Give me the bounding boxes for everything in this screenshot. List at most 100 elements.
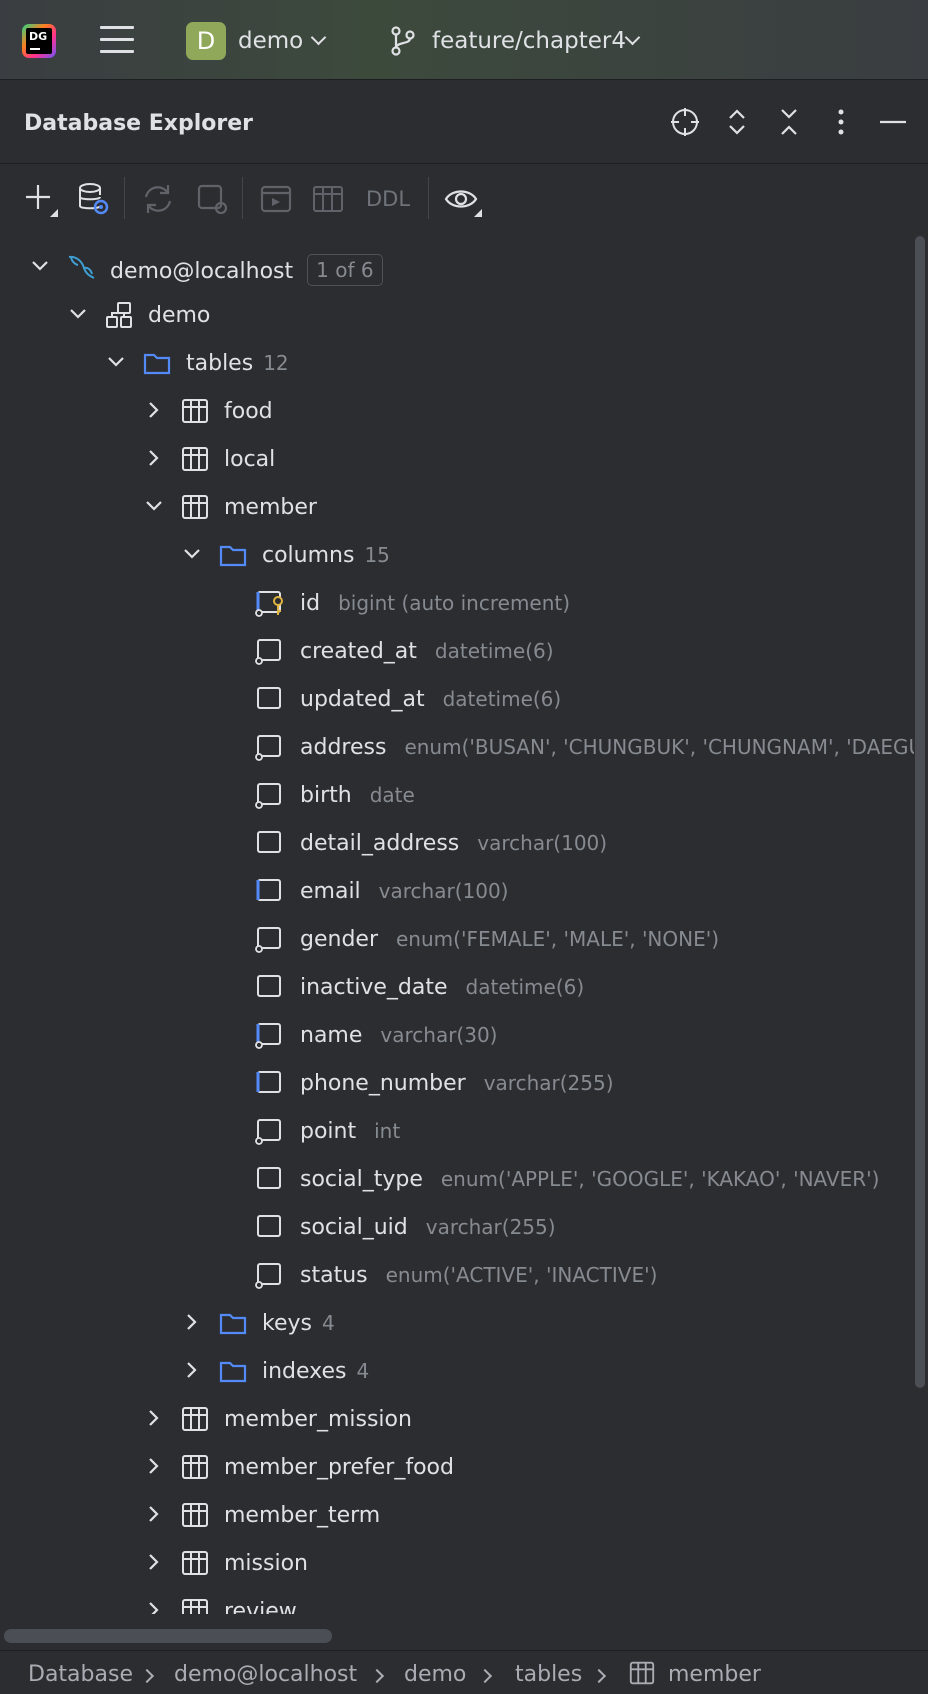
tree-node-column[interactable]: phone_number varchar(255) [0, 1060, 914, 1108]
breadcrumb-item-database[interactable]: Database [28, 1662, 133, 1687]
tree-node-schema[interactable]: demo [0, 292, 914, 340]
tree-node-column[interactable]: updated_at datetime(6) [0, 676, 914, 724]
tree-node-indexes-folder[interactable]: indexes 4 [0, 1348, 914, 1396]
column-type: varchar(100) [477, 831, 608, 855]
breadcrumb-chevron-icon [477, 1668, 493, 1684]
tables-count: 12 [263, 351, 289, 375]
collapsed-chevron-icon[interactable] [144, 1552, 164, 1572]
datasource-count-badge[interactable]: 1 of 6 [307, 254, 383, 286]
expanded-chevron-icon[interactable] [106, 352, 126, 372]
collapsed-chevron-icon[interactable] [144, 1408, 164, 1428]
more-options-icon[interactable] [825, 106, 857, 138]
breadcrumb-item-schema[interactable]: demo [404, 1662, 466, 1687]
refresh-icon[interactable] [140, 181, 176, 217]
project-avatar[interactable]: D [186, 22, 226, 60]
tree-node-columns-folder[interactable]: columns 15 [0, 532, 914, 580]
breadcrumb-item-datasource[interactable]: demo@localhost [174, 1662, 357, 1687]
column-name: name [300, 1023, 363, 1048]
folder-icon [218, 1308, 248, 1338]
tree-node-column[interactable]: id bigint (auto increment) [0, 580, 914, 628]
collapsed-chevron-icon[interactable] [144, 400, 164, 420]
column-icon [254, 828, 284, 858]
branch-selector[interactable]: feature/chapter4 [432, 28, 626, 54]
column-icon [254, 1020, 284, 1050]
table-view-icon[interactable] [310, 181, 346, 217]
tree-node-column[interactable]: name varchar(30) [0, 1012, 914, 1060]
vertical-scrollbar[interactable] [915, 236, 925, 1388]
collapsed-chevron-icon[interactable] [182, 1312, 202, 1332]
database-tree[interactable]: demo@localhost 1 of 6 demo tables 12 foo… [0, 244, 914, 1614]
tree-node-column[interactable]: status enum('ACTIVE', 'INACTIVE') [0, 1252, 914, 1300]
datasource-properties-icon[interactable] [76, 181, 112, 217]
app-logo-icon[interactable]: DG [22, 24, 56, 58]
hide-panel-icon[interactable] [877, 106, 909, 138]
column-type: date [369, 783, 415, 807]
add-icon[interactable] [22, 181, 58, 217]
tree-node-tables-folder[interactable]: tables 12 [0, 340, 914, 388]
mysql-dolphin-icon [66, 252, 96, 282]
app-logo-text: DG [29, 30, 48, 43]
tree-node-column[interactable]: social_uid varchar(255) [0, 1204, 914, 1252]
tree-node-table[interactable]: member_term [0, 1492, 914, 1540]
horizontal-scrollbar[interactable] [4, 1629, 332, 1643]
column-icon [254, 684, 284, 714]
tree-node-column[interactable]: birth date [0, 772, 914, 820]
table-label: member [224, 495, 317, 520]
column-type: varchar(100) [378, 879, 509, 903]
expanded-chevron-icon[interactable] [144, 496, 164, 516]
locate-icon[interactable] [669, 106, 701, 138]
collapsed-chevron-icon[interactable] [144, 448, 164, 468]
table-label: mission [224, 1551, 308, 1576]
folder-icon [142, 348, 172, 378]
collapsed-chevron-icon[interactable] [182, 1360, 202, 1380]
expanded-chevron-icon[interactable] [68, 304, 88, 324]
tree-node-column[interactable]: social_type enum('APPLE', 'GOOGLE', 'KAKA… [0, 1156, 914, 1204]
tree-node-table[interactable]: local [0, 436, 914, 484]
tree-node-column[interactable]: gender enum('FEMALE', 'MALE', 'NONE') [0, 916, 914, 964]
tree-node-table[interactable]: food [0, 388, 914, 436]
expand-all-icon[interactable] [721, 106, 753, 138]
tree-node-column[interactable]: address enum('BUSAN', 'CHUNGBUK', 'CHUNGN… [0, 724, 914, 772]
view-options-eye-icon[interactable] [444, 181, 482, 217]
tree-node-table[interactable]: member_prefer_food [0, 1444, 914, 1492]
tree-node-column[interactable]: email varchar(100) [0, 868, 914, 916]
explorer-toolbar: DDL [0, 165, 928, 233]
tree-node-column[interactable]: inactive_date datetime(6) [0, 964, 914, 1012]
tree-node-column[interactable]: point int [0, 1108, 914, 1156]
indexes-folder-label: indexes [262, 1359, 347, 1384]
tree-node-table-member[interactable]: member [0, 484, 914, 532]
tree-node-column[interactable]: created_at datetime(6) [0, 628, 914, 676]
tree-node-keys-folder[interactable]: keys 4 [0, 1300, 914, 1348]
table-label: member_mission [224, 1407, 412, 1432]
tree-node-column[interactable]: detail_address varchar(100) [0, 820, 914, 868]
tree-node-datasource[interactable]: demo@localhost 1 of 6 [0, 244, 914, 292]
table-icon [180, 1452, 210, 1482]
breadcrumb-item-table[interactable]: member [668, 1662, 761, 1687]
expanded-chevron-icon[interactable] [182, 544, 202, 564]
collapsed-chevron-icon[interactable] [144, 1504, 164, 1524]
table-label: member_prefer_food [224, 1455, 454, 1480]
stop-icon[interactable] [194, 181, 230, 217]
tree-node-table[interactable]: mission [0, 1540, 914, 1588]
ddl-button[interactable]: DDL [366, 187, 410, 211]
project-chevron-down-icon[interactable] [310, 29, 327, 46]
main-menu-icon[interactable] [100, 26, 136, 56]
git-branch-icon[interactable] [390, 26, 416, 56]
table-label: food [224, 399, 273, 424]
tree-node-table[interactable]: member_mission [0, 1396, 914, 1444]
table-icon [180, 1596, 210, 1614]
column-name: gender [300, 927, 378, 952]
collapsed-chevron-icon[interactable] [144, 1456, 164, 1476]
project-selector[interactable]: demo [238, 28, 303, 54]
collapsed-chevron-icon[interactable] [144, 1600, 164, 1614]
breadcrumb-item-tables[interactable]: tables [515, 1662, 582, 1687]
collapse-all-icon[interactable] [773, 106, 805, 138]
tree-node-table[interactable]: review [0, 1588, 914, 1614]
column-icon [254, 972, 284, 1002]
console-icon[interactable] [258, 181, 294, 217]
column-icon [254, 1212, 284, 1242]
breadcrumb-chevron-icon [369, 1668, 385, 1684]
branch-chevron-down-icon[interactable] [624, 29, 641, 46]
expanded-chevron-icon[interactable] [30, 256, 50, 276]
panel-header: Database Explorer [0, 80, 928, 164]
